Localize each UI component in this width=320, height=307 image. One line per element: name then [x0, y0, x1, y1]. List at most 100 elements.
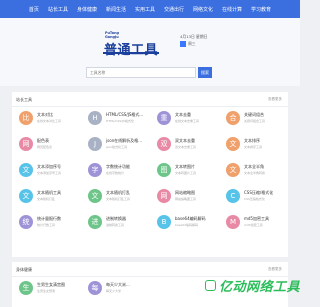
- tool-title: json在线解析及格...: [106, 138, 142, 143]
- tool-description: HTML/CSS/JS格式化: [106, 119, 135, 123]
- tool-card[interactable]: 合关键词组合 关键词组合工具: [219, 107, 288, 133]
- tool-icon: 重: [157, 111, 171, 125]
- search-button[interactable]: 搜索: [198, 67, 212, 78]
- tool-card[interactable]: 双双文本去重 双文本去重工具: [150, 133, 219, 159]
- tool-icon: 文: [88, 189, 102, 203]
- nav-item-traffic[interactable]: 交通出行: [164, 6, 184, 13]
- tool-description: 文本排序工具: [244, 145, 263, 149]
- tool-icon: 文: [226, 137, 240, 151]
- tool-card[interactable]: 网网站缩略图网站缩略图工具: [150, 185, 219, 211]
- watermark-text: 亿动网络工具: [219, 280, 301, 295]
- tool-icon: 生: [19, 281, 33, 295]
- tool-card[interactable]: 进进制转换器 进制转换工具: [81, 211, 150, 237]
- nav-item-webmaster[interactable]: 站长工具: [48, 6, 68, 13]
- more-link[interactable]: 查看更多: [268, 97, 282, 102]
- tool-card[interactable]: 网配色表网页配色表: [12, 133, 81, 159]
- tool-card[interactable]: 文文本添加序号 文本添加序号工具: [12, 159, 81, 185]
- tool-card[interactable]: 文文本排序文本排序工具: [219, 133, 288, 159]
- tool-card[interactable]: Jjson在线解析及格... json格式化工具: [81, 133, 150, 159]
- tool-title: base64编码解码: [175, 216, 206, 221]
- tool-icon: 网: [19, 137, 33, 151]
- tool-icon: 网: [157, 189, 171, 203]
- tool-card[interactable]: 字字数统计功能 在线字数统计: [81, 159, 150, 185]
- tool-card[interactable]: 生生男生女清宫图 生男生女预测: [12, 277, 81, 303]
- tool-card[interactable]: H HTML/CSS/JS格式... HTML/CSS/JS格式化: [81, 107, 150, 133]
- tool-title: md5加密工具: [244, 216, 269, 221]
- tool-card[interactable]: 统统计量报行数 统计行数工具: [12, 211, 81, 237]
- tool-card[interactable]: Bbase64编码解码 base64编码解码: [150, 211, 219, 237]
- section-title: 身体健康: [16, 267, 32, 272]
- site-logo[interactable]: PuTong GongJu 普通工具: [100, 31, 160, 58]
- tool-description: 网站缩略图工具: [175, 197, 197, 201]
- tool-grid: 比文本对比 在线文本对比工具 H HTML/CSS/JS格式... HTML/CSS/J…: [12, 107, 288, 237]
- tool-description: json格式化工具: [106, 145, 128, 149]
- nav-item-life[interactable]: 新闻生活: [106, 6, 126, 13]
- tool-card[interactable]: C CSS压缩/格式化 CSS压缩格式化: [219, 185, 288, 211]
- section-header: 身体健康 查看更多: [12, 262, 288, 277]
- nav-item-home[interactable]: 首页: [29, 6, 39, 13]
- tool-icon: 进: [88, 215, 102, 229]
- tool-title: 双文本去重: [175, 138, 195, 143]
- weekday-text: 周三: [188, 41, 196, 46]
- tool-icon: B: [157, 215, 171, 229]
- nav-item-health[interactable]: 身体健康: [77, 6, 97, 13]
- tool-icon: 文: [226, 163, 240, 177]
- tool-description: 文本全半角转换: [244, 171, 266, 175]
- more-link[interactable]: 查看更多: [268, 267, 282, 272]
- tool-description: 文本转图片工具: [175, 171, 197, 175]
- tool-card[interactable]: 每每天少大米... 每天少大米: [81, 277, 150, 303]
- tool-icon: 文: [19, 163, 33, 177]
- tool-title: 字数统计功能: [106, 164, 130, 169]
- tool-description: md5加密工具: [244, 223, 263, 227]
- watermark: 亿动网络工具: [205, 276, 300, 295]
- tool-title: 文本添加序号: [37, 164, 61, 169]
- nav-item-calc[interactable]: 在线计算: [222, 6, 242, 13]
- qr-code-icon[interactable]: [180, 41, 186, 47]
- tool-description: base64编码解码: [175, 223, 198, 227]
- nav-item-education[interactable]: 学习教育: [251, 6, 271, 13]
- tool-title: 文本去重: [175, 112, 191, 117]
- tool-title: 文本随机工具: [37, 190, 61, 195]
- tool-title: 生男生女清宫图: [37, 282, 65, 287]
- tool-icon: 比: [19, 111, 33, 125]
- tool-card[interactable]: 图文本转图片文本转图片工具: [150, 159, 219, 185]
- tool-icon: M: [226, 215, 240, 229]
- tool-description: 在线文本对比工具: [37, 119, 62, 123]
- tool-card[interactable]: 比文本对比 在线文本对比工具: [12, 107, 81, 133]
- tool-title: 文本随机打乱: [106, 190, 130, 195]
- tool-title: 关键词组合: [244, 112, 264, 117]
- tool-title: 文本转图片: [175, 164, 195, 169]
- tool-card[interactable]: Mmd5加密工具 md5加密工具: [219, 211, 288, 237]
- tool-icon: 文: [19, 189, 33, 203]
- tool-title: 进制转换器: [106, 216, 126, 221]
- tool-card[interactable]: 文文本随机工具 文本随机打乱: [12, 185, 81, 211]
- tool-icon: 图: [157, 163, 171, 177]
- tool-description: 关键词组合工具: [244, 119, 266, 123]
- section-title: 站长工具: [16, 97, 32, 102]
- hero-header: PuTong GongJu 普通工具 4月13日 星期日 周三 搜索: [0, 18, 300, 86]
- tool-card[interactable]: 文文本全半角 文本全半角转换: [219, 159, 288, 185]
- tool-icon: 统: [19, 215, 33, 229]
- section-header: 站长工具 查看更多: [12, 92, 288, 107]
- tool-card[interactable]: 重文本去重在线文本去重工具: [150, 107, 219, 133]
- top-nav: 首页 站长工具 身体健康 新闻生活 实用工具 交通出行 网络文化 在线计算 学习…: [0, 0, 300, 18]
- tool-description: 在线文本去重工具: [175, 119, 200, 123]
- nav-item-utility[interactable]: 实用工具: [135, 6, 155, 13]
- section-panel-webmaster: 站长工具 查看更多 比文本对比 在线文本对比工具 H HTML/CSS/JS格式...…: [12, 92, 288, 257]
- tool-description: 文本随机打乱: [37, 197, 56, 201]
- tool-icon: 字: [88, 163, 102, 177]
- tool-icon: 每: [88, 281, 102, 295]
- tool-icon: 双: [157, 137, 171, 151]
- tool-description: 每天少大米: [106, 289, 122, 293]
- logo-title: 普通工具: [104, 43, 159, 58]
- tool-title: 网站缩略图: [175, 190, 195, 195]
- search-input[interactable]: [86, 67, 196, 78]
- tool-icon: C: [226, 189, 240, 203]
- tool-title: 文本排序: [244, 138, 260, 143]
- tool-description: 网页配色表: [37, 145, 53, 149]
- tool-icon: H: [88, 111, 102, 125]
- tool-icon: J: [88, 137, 102, 151]
- tool-title: 配色表: [37, 138, 49, 143]
- nav-item-culture[interactable]: 网络文化: [193, 6, 213, 13]
- tool-card[interactable]: 文文本随机打乱 文本随机打乱工具: [81, 185, 150, 211]
